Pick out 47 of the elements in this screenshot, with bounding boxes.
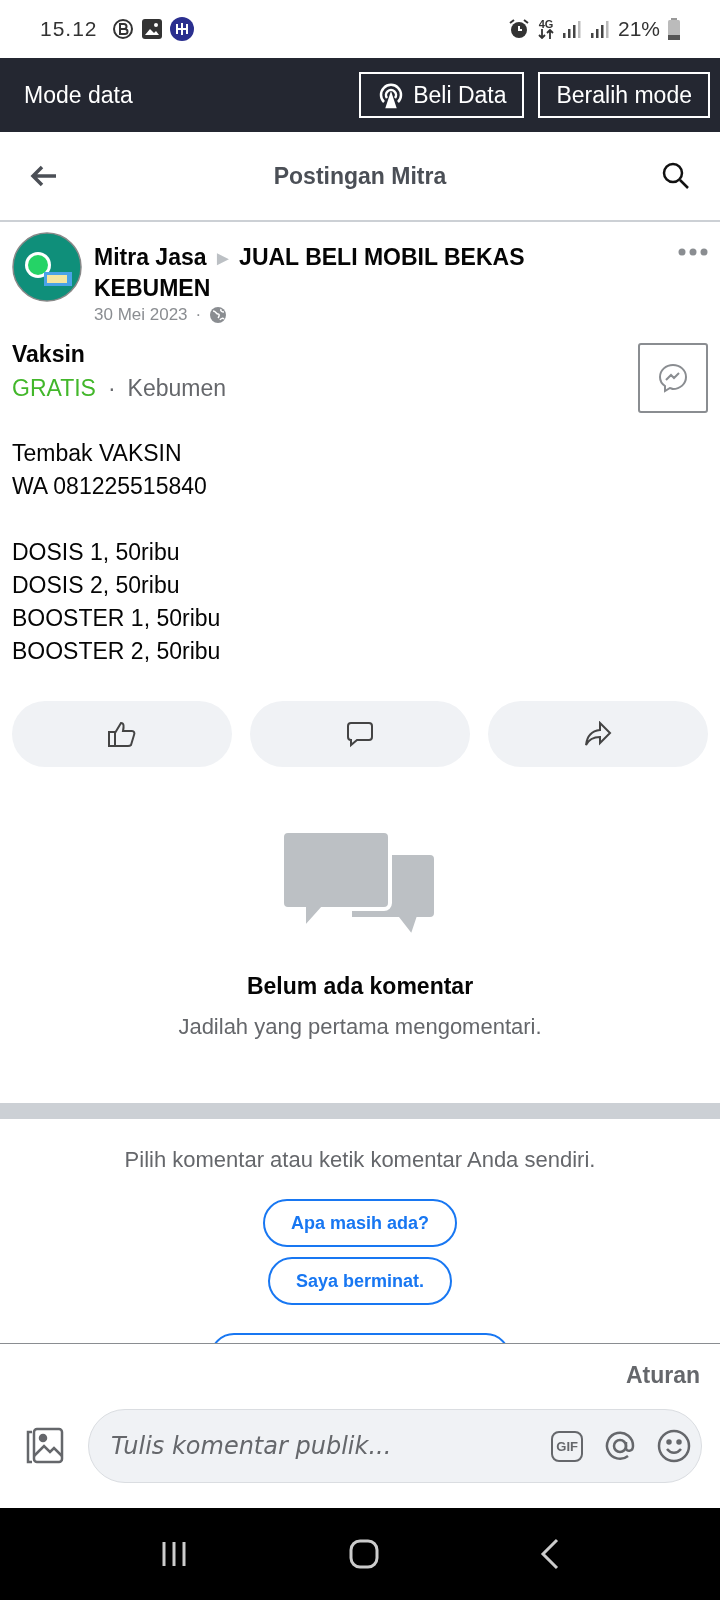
- messenger-button[interactable]: [638, 343, 708, 413]
- back-nav-button[interactable]: [539, 1538, 560, 1570]
- more-options-button[interactable]: [678, 248, 708, 256]
- post-date: 30 Mei 2023: [94, 305, 188, 325]
- comment-input-field[interactable]: Tulis komentar publik... GIF: [88, 1409, 702, 1483]
- suggestion-chip[interactable]: Saya berminat.: [267, 1257, 453, 1305]
- emoji-icon[interactable]: [657, 1429, 691, 1463]
- recent-apps-button[interactable]: [160, 1540, 189, 1568]
- thumbs-up-icon: [107, 720, 137, 748]
- page-title: Postingan Mitra: [272, 162, 448, 190]
- comment-icon: [346, 720, 374, 748]
- empty-title: Belum ada komentar: [246, 973, 474, 1000]
- data-mode-title: Mode data: [24, 81, 134, 109]
- photo-button[interactable]: [24, 1426, 64, 1466]
- alarm-icon: [507, 18, 530, 40]
- app-icon: [169, 17, 194, 41]
- battery-percent: 21%: [617, 17, 660, 41]
- search-button[interactable]: [662, 162, 690, 190]
- separator-dot: ·: [195, 305, 202, 325]
- home-button[interactable]: [349, 1539, 379, 1569]
- battery-icon: [668, 18, 680, 40]
- data-mode-button[interactable]: Beli Data: [359, 72, 525, 118]
- signal-icon: [561, 19, 582, 39]
- signal-icon: [589, 19, 610, 39]
- back-button[interactable]: [30, 165, 58, 187]
- post-body-paragraph: Tembak VAKSIN WA 081225515840: [12, 439, 208, 501]
- suggestion-prompt: Pilih komentar atau ketik komentar Anda sendiri.: [124, 1147, 596, 1173]
- chat-b-icon: [111, 18, 134, 40]
- post-body-paragraph: DOSIS 1, 50ribu DOSIS 2, 50ribu BOOSTER 1, 50ribu BOOSTER 2, 50ribu: [12, 538, 222, 666]
- separator-dot: ·: [107, 374, 116, 403]
- mention-icon[interactable]: [603, 1429, 637, 1463]
- post-author-group[interactable]: Mitra Jasa ► JUAL BELI MOBIL BEKAS KEBUMEN: [94, 242, 574, 303]
- listing-location: Kebumen: [127, 374, 227, 403]
- status-time: 15.12: [40, 17, 98, 41]
- globe-icon: [209, 306, 228, 324]
- messenger-icon: [658, 363, 688, 393]
- image-icon: [141, 19, 162, 39]
- data-mode-button[interactable]: Beralih mode: [538, 72, 710, 118]
- share-icon: [584, 721, 612, 747]
- listing-title: Vaksin: [12, 340, 86, 369]
- listing-price: GRATIS: [12, 374, 96, 403]
- empty-subtitle: Jadilah yang pertama mengomentari.: [178, 1014, 542, 1040]
- data-arrows-icon: [537, 28, 554, 39]
- rules-link[interactable]: Aturan: [625, 1362, 700, 1389]
- gif-button[interactable]: GIF: [551, 1430, 583, 1462]
- suggestion-chip[interactable]: Apa masih ada?: [262, 1199, 457, 1247]
- network-type: 4G: [538, 17, 554, 30]
